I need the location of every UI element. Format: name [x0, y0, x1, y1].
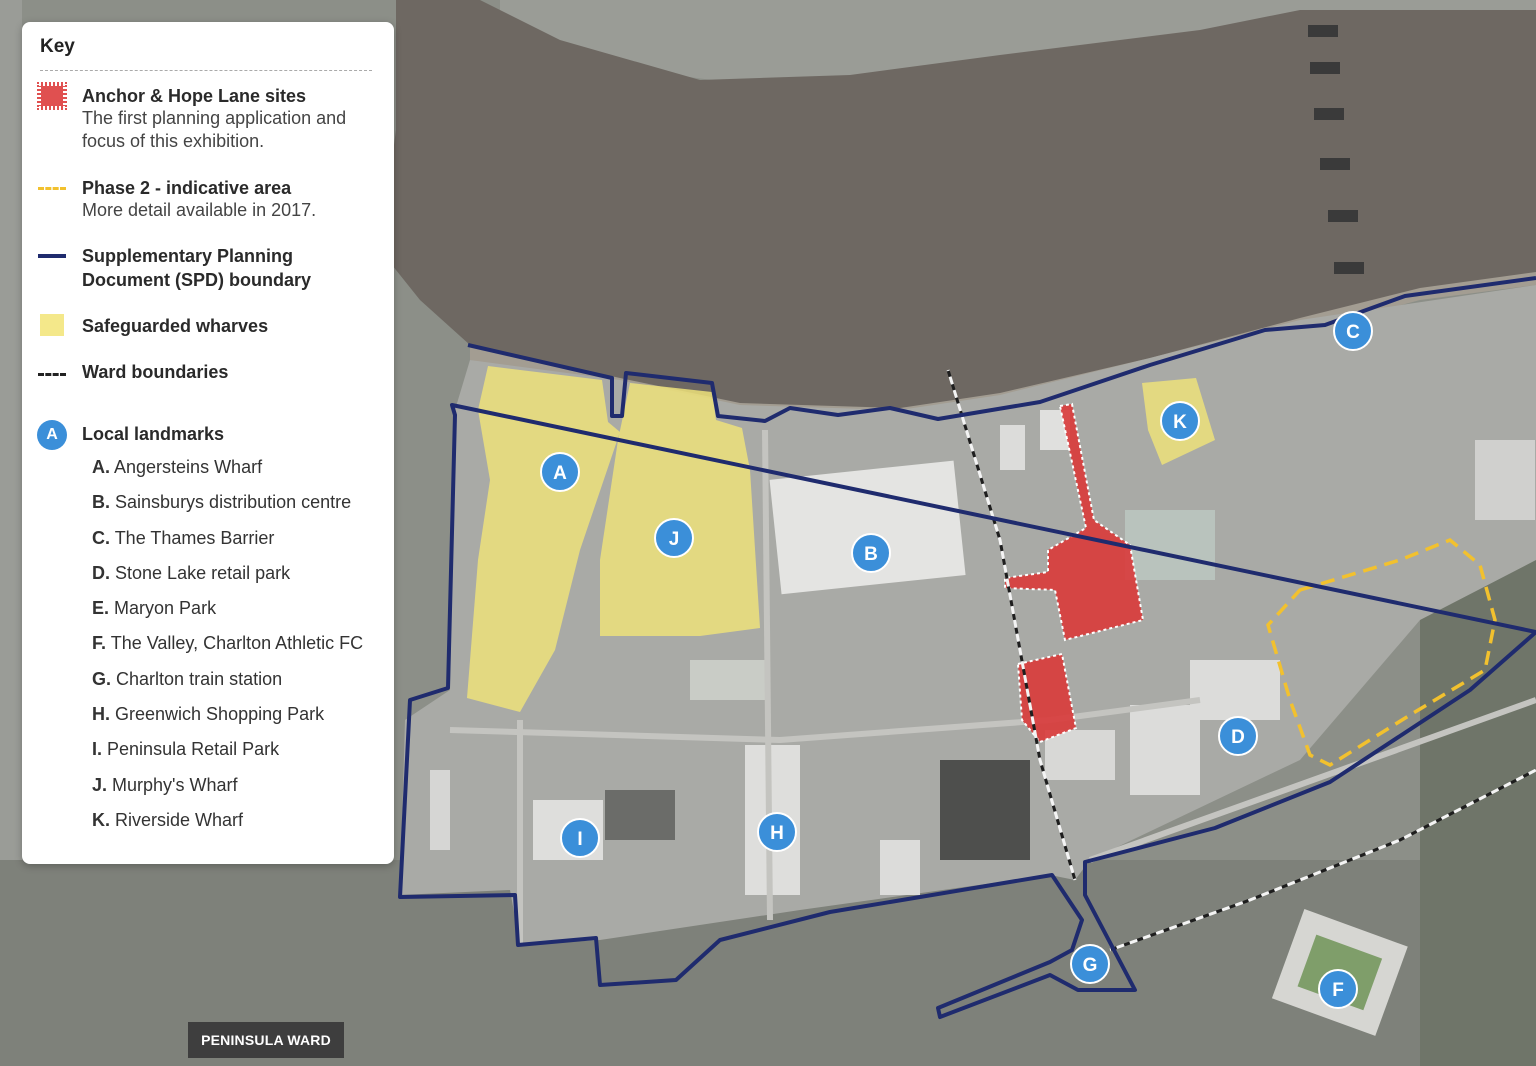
anchor-hope-swatch-icon	[37, 82, 67, 110]
landmark-marker-b[interactable]: B	[851, 533, 891, 573]
landmark-marker-i[interactable]: I	[560, 818, 600, 858]
spd-boundary-line-icon	[38, 254, 66, 258]
ward-boundary-line-icon	[38, 373, 66, 376]
building	[1190, 660, 1280, 720]
landmark-marker-icon: A	[37, 420, 67, 450]
anchor-hope-desc-1: The first planning application and	[82, 108, 347, 128]
landmark-marker-g[interactable]: G	[1070, 944, 1110, 984]
list-item: K. Riverside Wharf	[92, 809, 244, 830]
landmark-marker-f[interactable]: F	[1318, 969, 1358, 1009]
ward-title: Ward boundaries	[82, 362, 229, 382]
list-item: H. Greenwich Shopping Park	[92, 704, 325, 725]
anchor-hope-desc-2: focus of this exhibition.	[82, 131, 265, 151]
residential-east	[1420, 560, 1536, 1066]
svg-text:A: A	[553, 463, 567, 484]
building	[1000, 425, 1025, 470]
list-item: E. Maryon Park	[92, 598, 217, 619]
building	[605, 790, 675, 840]
building	[940, 760, 1030, 860]
svg-text:K: K	[1173, 412, 1187, 433]
svg-text:F: F	[1332, 980, 1344, 1001]
list-item: J. Murphy's Wharf	[92, 774, 238, 795]
list-item: G. Charlton train station	[92, 668, 283, 689]
list-item: B. Sainsburys distribution centre	[92, 492, 352, 513]
svg-text:C: C	[1346, 322, 1360, 343]
building	[690, 660, 765, 700]
spd-title-1: Supplementary Planning	[82, 246, 294, 266]
svg-text:G: G	[1083, 955, 1098, 976]
svg-text:B: B	[864, 544, 878, 565]
landmark-marker-k[interactable]: K	[1160, 401, 1200, 441]
building	[1045, 730, 1115, 780]
anchor-hope-title: Anchor & Hope Lane sites	[82, 86, 307, 106]
building	[430, 770, 450, 850]
building	[880, 840, 920, 895]
landmark-marker-a[interactable]: A	[540, 452, 580, 492]
landmark-marker-c[interactable]: C	[1333, 311, 1373, 351]
list-item: F. The Valley, Charlton Athletic FC	[92, 633, 364, 654]
list-item: C. The Thames Barrier	[92, 527, 275, 548]
wharves-title: Safeguarded wharves	[82, 316, 269, 336]
wharf-swatch-icon	[40, 314, 64, 336]
landmarks-title: Local landmarks	[82, 424, 225, 444]
landmark-marker-j[interactable]: J	[654, 518, 694, 558]
landmark-marker-h[interactable]: H	[757, 812, 797, 852]
key-divider	[40, 70, 372, 71]
phase2-dashed-line-icon	[38, 187, 66, 190]
building	[1475, 440, 1535, 520]
building	[1130, 705, 1200, 795]
peninsula-ward-label: PENINSULA WARD	[188, 1022, 344, 1058]
phase2-title: Phase 2 - indicative area	[82, 178, 292, 198]
list-item: D. Stone Lake retail park	[92, 562, 291, 583]
phase2-desc: More detail available in 2017.	[82, 200, 317, 220]
landmark-marker-d[interactable]: D	[1218, 716, 1258, 756]
key-title: Key	[40, 36, 75, 57]
svg-text:I: I	[577, 829, 582, 850]
building	[1125, 510, 1215, 580]
svg-text:D: D	[1231, 727, 1245, 748]
svg-text:J: J	[669, 529, 680, 550]
landmark-list: A. Angersteins Wharf B. Sainsburys distr…	[92, 454, 363, 842]
list-item: A. Angersteins Wharf	[92, 457, 263, 477]
sainsburys-building	[769, 460, 966, 595]
map-key-panel: Key Anchor & Hope Lane sites The first p…	[22, 22, 394, 864]
spd-title-2: Document (SPD) boundary	[82, 270, 312, 290]
svg-text:H: H	[770, 823, 784, 844]
list-item: I. Peninsula Retail Park	[92, 739, 280, 760]
